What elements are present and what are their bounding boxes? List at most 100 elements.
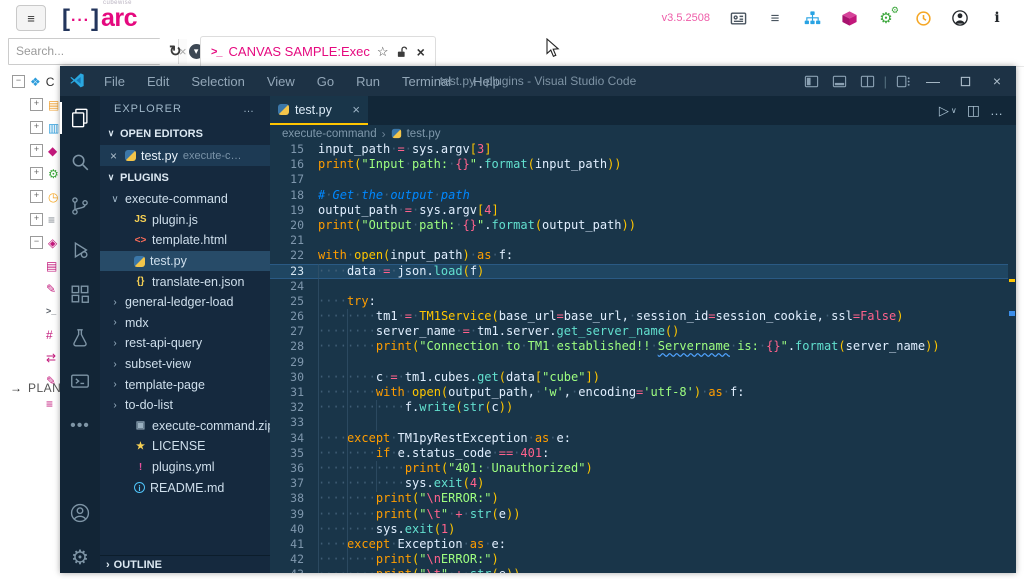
tree-row-services[interactable]: +⚙ bbox=[0, 162, 60, 185]
menu-file[interactable]: File bbox=[95, 72, 134, 91]
star-icon[interactable]: ☆ bbox=[377, 44, 389, 60]
file-item-execute-command[interactable]: ∨execute-command bbox=[100, 189, 270, 210]
outline-section-header[interactable]: › OUTLINE bbox=[100, 555, 270, 573]
code-line-43[interactable]: 43········print("\t"·+·str(e)) bbox=[270, 567, 1016, 573]
log-icon[interactable]: ≡ bbox=[766, 9, 784, 27]
code-line-20[interactable]: 20print("Output·path:·{}".format(output_… bbox=[270, 218, 1016, 233]
id-card-icon[interactable] bbox=[729, 9, 747, 27]
breadcrumb-item[interactable]: test.py bbox=[407, 128, 441, 140]
source-control-icon[interactable] bbox=[60, 184, 100, 228]
tree-row-chart[interactable]: +▥ bbox=[0, 116, 60, 139]
refresh-icon[interactable]: ↻ bbox=[169, 42, 182, 60]
explorer-more-actions-icon[interactable]: … bbox=[243, 103, 256, 115]
file-item-mdx[interactable]: ›mdx bbox=[100, 313, 270, 334]
explorer-icon[interactable] bbox=[60, 96, 100, 140]
expand-icon[interactable]: + bbox=[30, 98, 43, 111]
file-item-to-do-list[interactable]: ›to-do-list bbox=[100, 395, 270, 416]
code-line-42[interactable]: 42········print("\nERROR:") bbox=[270, 552, 1016, 567]
tree-row-list[interactable]: +≡ bbox=[0, 208, 60, 231]
expand-icon[interactable]: + bbox=[30, 144, 43, 157]
expand-icon[interactable]: + bbox=[30, 213, 43, 226]
tree-item-plan[interactable]: → PLAN bbox=[10, 381, 61, 395]
code-line-27[interactable]: 27········server_name·=·tm1.server.get_s… bbox=[270, 324, 1016, 339]
info-icon[interactable]: i bbox=[988, 9, 1006, 27]
tree-row-brush[interactable]: ✎ bbox=[0, 277, 60, 300]
tree-row-rows[interactable]: ≡ bbox=[0, 392, 60, 415]
breadcrumb-item[interactable]: execute-command bbox=[282, 128, 377, 140]
open-editor-test-py[interactable]: × test.py execute-c… bbox=[100, 145, 270, 166]
time-icon[interactable] bbox=[914, 9, 932, 27]
file-item-template-page[interactable]: ›template-page bbox=[100, 374, 270, 395]
user-icon[interactable] bbox=[951, 9, 969, 27]
code-editor[interactable]: 15input_path·=·sys.argv[3]16print("Input… bbox=[270, 142, 1016, 573]
code-line-28[interactable]: 28········print("Connection·to·TM1·estab… bbox=[270, 339, 1016, 354]
code-line-40[interactable]: 40········sys.exit(1) bbox=[270, 522, 1016, 537]
expand-icon[interactable]: + bbox=[30, 167, 43, 180]
sitemap-icon[interactable] bbox=[803, 9, 821, 27]
toggle-panel-icon[interactable] bbox=[827, 68, 853, 94]
toggle-secondary-sidebar-icon[interactable] bbox=[855, 68, 881, 94]
file-item-template-html[interactable]: <>template.html bbox=[100, 230, 270, 251]
settings-gear-icon[interactable]: ⚙ bbox=[60, 535, 100, 579]
breadcrumbs[interactable]: execute-command›test.py bbox=[270, 125, 1016, 142]
code-line-35[interactable]: 35········if·e.status_code·==·401: bbox=[270, 446, 1016, 461]
code-line-22[interactable]: 22with·open(input_path)·as·f: bbox=[270, 248, 1016, 263]
customize-layout-icon[interactable] bbox=[890, 68, 916, 94]
split-editor-icon[interactable]: ◫ bbox=[967, 102, 980, 119]
tree-row-terminal[interactable]: >_ bbox=[0, 300, 60, 323]
more-views-icon[interactable]: ••• bbox=[60, 404, 100, 448]
file-item-test-py[interactable]: test.py bbox=[100, 251, 270, 272]
code-line-41[interactable]: 41····except·Exception·as·e: bbox=[270, 537, 1016, 552]
browser-tab-canvas-sample[interactable]: >_ CANVAS SAMPLE:Exec ☆ × bbox=[200, 36, 436, 66]
code-line-15[interactable]: 15input_path·=·sys.argv[3] bbox=[270, 142, 1016, 157]
file-item-execute-command-zip[interactable]: ▣execute-command.zip bbox=[100, 416, 270, 437]
services-icon[interactable]: ⚙⚙ bbox=[877, 9, 895, 27]
menu-selection[interactable]: Selection bbox=[182, 72, 253, 91]
code-line-33[interactable]: 33​ bbox=[270, 415, 1016, 430]
code-line-39[interactable]: 39········print("\t"·+·str(e)) bbox=[270, 507, 1016, 522]
code-line-19[interactable]: 19output_path·=·sys.argv[4] bbox=[270, 203, 1016, 218]
tree-row-grid[interactable]: # bbox=[0, 323, 60, 346]
code-line-34[interactable]: 34····except·TM1pyRestException·as·e: bbox=[270, 431, 1016, 446]
menu-run[interactable]: Run bbox=[347, 72, 389, 91]
code-line-25[interactable]: 25····try: bbox=[270, 294, 1016, 309]
menu-help[interactable]: Help bbox=[464, 72, 509, 91]
hamburger-menu-button[interactable]: ≡ bbox=[16, 5, 46, 31]
accounts-icon[interactable] bbox=[60, 491, 100, 535]
code-line-38[interactable]: 38········print("\nERROR:") bbox=[270, 491, 1016, 506]
menu-view[interactable]: View bbox=[258, 72, 304, 91]
remote-explorer-icon[interactable] bbox=[60, 360, 100, 404]
code-line-30[interactable]: 30········c·=·tm1.cubes.get(data["cube"]… bbox=[270, 370, 1016, 385]
run-debug-icon[interactable] bbox=[60, 228, 100, 272]
cube-icon[interactable] bbox=[840, 9, 858, 27]
file-item-plugins-yml[interactable]: !plugins.yml bbox=[100, 457, 270, 478]
file-item-license[interactable]: ★LICENSE bbox=[100, 436, 270, 457]
search-icon[interactable] bbox=[60, 140, 100, 184]
testing-flask-icon[interactable] bbox=[60, 316, 100, 360]
overview-ruler[interactable] bbox=[1008, 142, 1016, 573]
browser-tab-close-icon[interactable]: × bbox=[417, 44, 425, 60]
file-item-subset-view[interactable]: ›subset-view bbox=[100, 354, 270, 375]
unlock-icon[interactable] bbox=[396, 46, 408, 58]
tree-row-process[interactable]: −◈ bbox=[0, 231, 60, 254]
close-button[interactable]: × bbox=[982, 68, 1012, 94]
extensions-icon[interactable] bbox=[60, 272, 100, 316]
code-line-36[interactable]: 36············print("401:·Unauthorized") bbox=[270, 461, 1016, 476]
toggle-sidebar-icon[interactable] bbox=[799, 68, 825, 94]
expand-icon[interactable]: + bbox=[30, 190, 43, 203]
minimize-button[interactable]: — bbox=[918, 68, 948, 94]
collapse-icon[interactable]: − bbox=[12, 75, 25, 88]
editor-more-actions-icon[interactable]: … bbox=[990, 103, 1004, 118]
open-editors-header[interactable]: ∨ OPEN EDITORS bbox=[100, 122, 270, 145]
tree-row-stack[interactable]: ▤ bbox=[0, 254, 60, 277]
close-editor-icon[interactable]: × bbox=[110, 149, 120, 163]
code-line-32[interactable]: 32············f.write(str(c)) bbox=[270, 400, 1016, 415]
tree-row-time[interactable]: +◷ bbox=[0, 185, 60, 208]
code-line-17[interactable]: 17​ bbox=[270, 172, 1016, 187]
tree-row-cluster[interactable]: −❖C bbox=[0, 70, 60, 93]
plugins-section-header[interactable]: ∨ PLUGINS bbox=[100, 166, 270, 189]
code-line-26[interactable]: 26········tm1·=·TM1Service(base_url=base… bbox=[270, 309, 1016, 324]
code-line-21[interactable]: 21​ bbox=[270, 233, 1016, 248]
menu-go[interactable]: Go bbox=[308, 72, 343, 91]
code-line-37[interactable]: 37············sys.exit(4) bbox=[270, 476, 1016, 491]
